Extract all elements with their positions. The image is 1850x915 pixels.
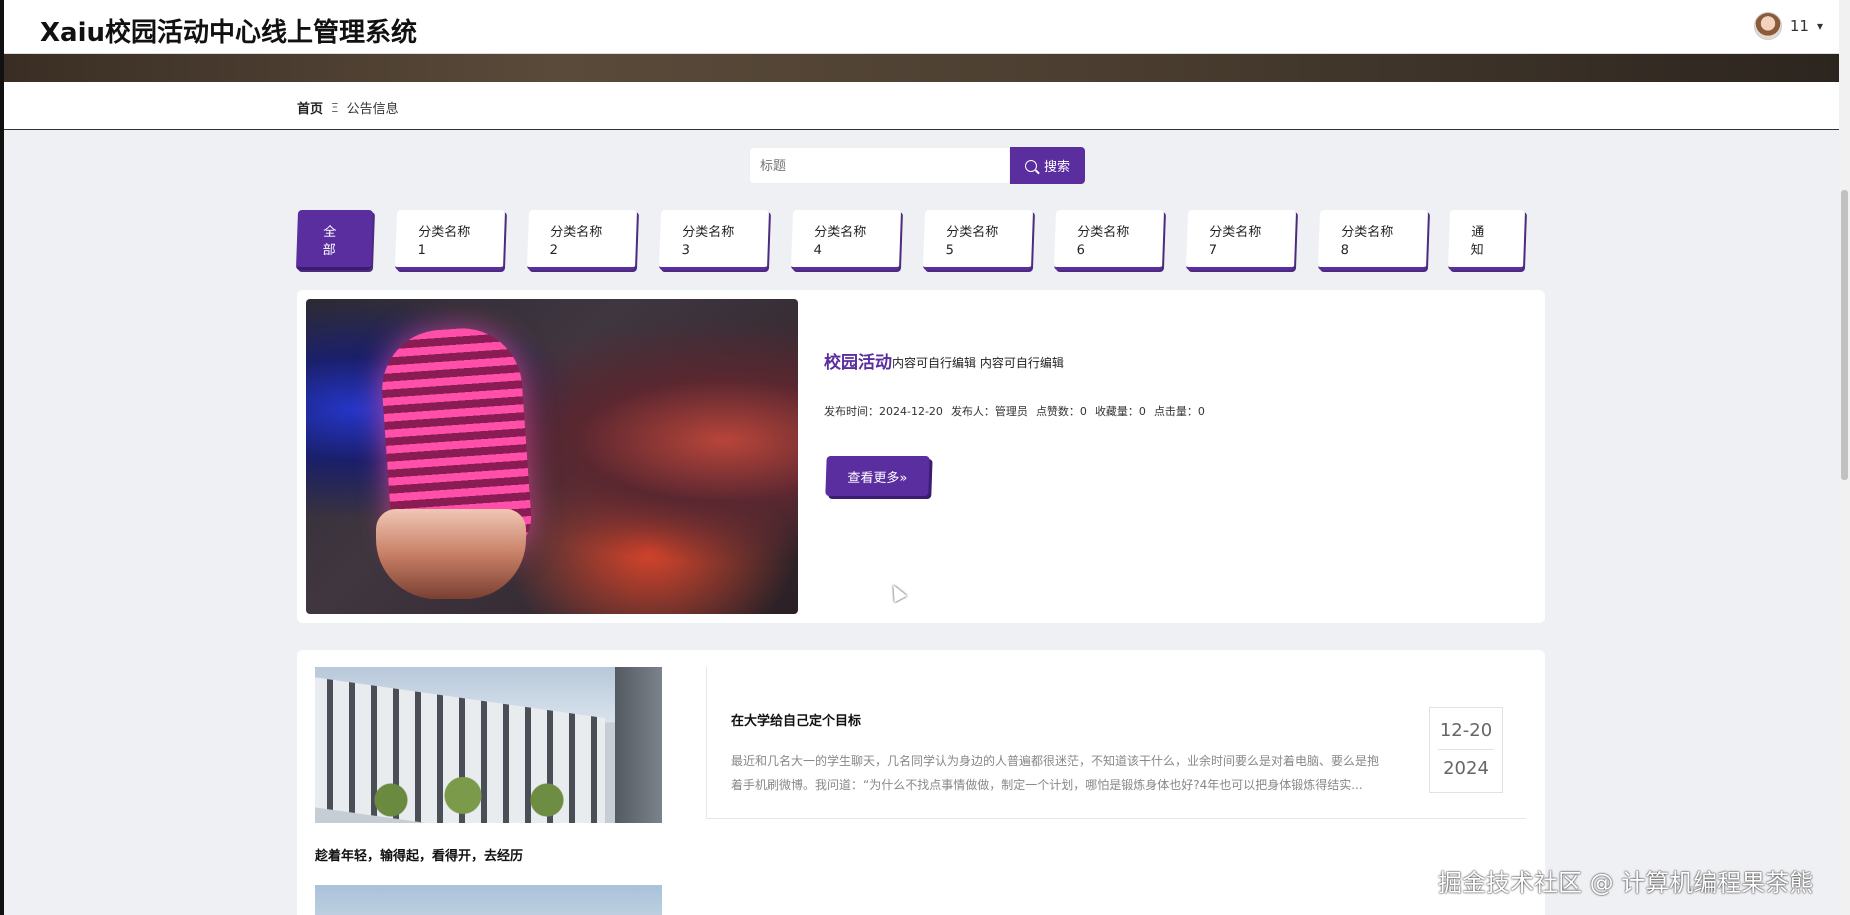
watermark: 掘金技术社区 @ 计算机编程果茶熊 — [1438, 869, 1814, 897]
tab-label-line1: 分类名称 — [946, 225, 999, 240]
view-more-button[interactable]: 查看更多» — [825, 456, 930, 496]
announcement-list-card: 趁着年轻，输得起，看得开，去经历 在大学给自己定个目标 最近和几名大一的学生聊天… — [297, 650, 1545, 915]
search-button[interactable]: 搜索 — [1010, 147, 1085, 184]
tab-label-line2: 4 — [813, 243, 823, 258]
avatar[interactable] — [1753, 12, 1782, 40]
tab-label-line1: 全 — [323, 225, 337, 240]
tab-category-8[interactable]: 分类名称 8 — [1317, 210, 1429, 270]
search-button-label: 搜索 — [1043, 160, 1070, 175]
tab-label-line2: 3 — [681, 243, 691, 258]
app-title: Xaiu校园活动中心线上管理系统 — [40, 18, 418, 48]
list-thumbnail-2[interactable] — [315, 885, 662, 915]
article-excerpt: 最近和几名大一的学生聊天，几名同学认为身边的人普遍都很迷茫，不知道该干什么，业余… — [731, 754, 1380, 792]
tab-label-line2: 5 — [945, 243, 955, 258]
tab-label-line2: 1 — [417, 243, 427, 258]
top-header: Xaiu校园活动中心线上管理系统 11 ▾ — [4, 0, 1839, 54]
user-menu[interactable]: 11 ▾ — [1753, 12, 1823, 40]
search-input[interactable] — [749, 147, 1010, 184]
tab-label-line1: 分类名称 — [550, 225, 603, 240]
featured-meta: 发布时间：2024-12-20 发布人：管理员 点赞数：0 收藏量：0 点击量：… — [824, 403, 1205, 419]
meta-clicks: 点击量：0 — [1153, 405, 1205, 418]
article-title[interactable]: 在大学给自己定个目标 — [731, 710, 861, 729]
tab-label-line2: 部 — [322, 243, 336, 258]
breadcrumb: 首页 Ξ 公告信息 — [297, 98, 399, 118]
featured-summary: 内容可自行编辑 内容可自行编辑 — [892, 356, 1064, 370]
breadcrumb-separator-icon: Ξ — [331, 100, 339, 115]
tab-label-line1: 分类名称 — [1341, 225, 1394, 240]
tab-label-line2: 2 — [549, 243, 559, 258]
window-left-edge — [0, 0, 4, 915]
tab-label-line2: 6 — [1076, 243, 1086, 258]
tab-category-1[interactable]: 分类名称 1 — [394, 210, 506, 270]
tab-label-line1: 通 — [1471, 225, 1485, 240]
meta-likes: 点赞数：0 — [1035, 405, 1087, 418]
tab-category-6[interactable]: 分类名称 6 — [1053, 210, 1165, 270]
breadcrumb-home[interactable]: 首页 — [297, 98, 323, 117]
list-thumbnail[interactable] — [315, 667, 662, 823]
tab-category-3[interactable]: 分类名称 3 — [658, 210, 770, 270]
user-name[interactable]: 11 — [1790, 17, 1809, 35]
microphone-base — [376, 509, 526, 599]
featured-title-row: 校园活动 内容可自行编辑 内容可自行编辑 — [824, 348, 1064, 373]
banner-strip — [4, 54, 1839, 82]
tab-category-2[interactable]: 分类名称 2 — [526, 210, 638, 270]
search-bar: 搜索 — [749, 147, 1085, 184]
breadcrumb-current: 公告信息 — [346, 102, 399, 117]
tab-label-line1: 分类名称 — [682, 225, 735, 240]
date-badge: 12-20 2024 — [1429, 707, 1503, 793]
meta-publish-time: 发布时间：2024-12-20 — [824, 405, 943, 418]
featured-title[interactable]: 校园活动 — [824, 348, 892, 373]
meta-favorites: 收藏量：0 — [1094, 405, 1146, 418]
featured-image[interactable] — [306, 299, 798, 614]
breadcrumb-bar: 首页 Ξ 公告信息 — [4, 82, 1839, 130]
trees — [355, 777, 595, 823]
tab-category-4[interactable]: 分类名称 4 — [790, 210, 902, 270]
featured-announcement-card: 校园活动 内容可自行编辑 内容可自行编辑 发布时间：2024-12-20 发布人… — [297, 290, 1545, 623]
building-tower — [615, 667, 662, 823]
tab-category-7[interactable]: 分类名称 7 — [1185, 210, 1297, 270]
scrollbar-thumb[interactable] — [1841, 190, 1848, 480]
date-year: 2024 — [1443, 758, 1489, 779]
tab-label-line1: 分类名称 — [1077, 225, 1130, 240]
chevron-down-icon[interactable]: ▾ — [1817, 19, 1823, 33]
tab-notice[interactable]: 通 知 — [1447, 210, 1526, 270]
list-item[interactable]: 在大学给自己定个目标 最近和几名大一的学生聊天，几名同学认为身边的人普遍都很迷茫… — [706, 667, 1526, 819]
search-icon — [1024, 159, 1037, 172]
tab-category-5[interactable]: 分类名称 5 — [922, 210, 1034, 270]
thumbnail-caption[interactable]: 趁着年轻，输得起，看得开，去经历 — [315, 845, 523, 864]
tab-label-line1: 分类名称 — [418, 225, 471, 240]
tab-label-line2: 知 — [1470, 243, 1484, 258]
tab-label-line2: 8 — [1340, 243, 1350, 258]
meta-publisher: 发布人：管理员 — [950, 405, 1028, 418]
tab-label-line1: 分类名称 — [814, 225, 867, 240]
tab-label-line1: 分类名称 — [1209, 225, 1262, 240]
date-day: 12-20 — [1438, 720, 1494, 750]
tab-all[interactable]: 全 部 — [295, 210, 374, 270]
tab-label-line2: 7 — [1208, 243, 1218, 258]
